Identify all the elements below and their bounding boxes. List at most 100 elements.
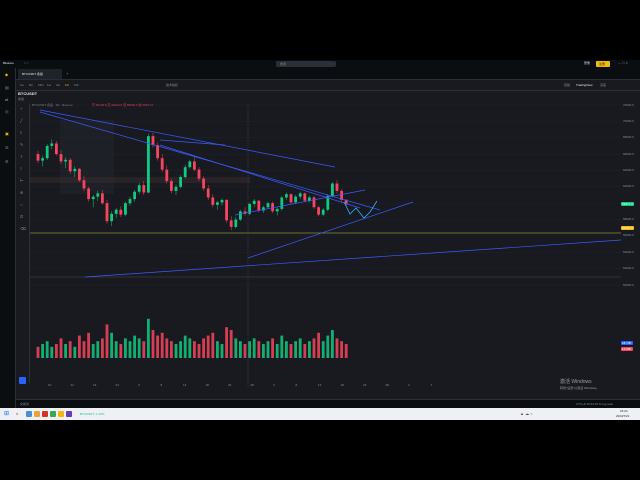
volume-bar [78,335,81,358]
price-axis: 72000.0 70000.0 68000.0 66000.0 64000.0 62000… [621,103,640,388]
folder-icon[interactable] [34,411,40,417]
candle-body [142,185,146,193]
volume-bar [151,330,155,358]
candle-body [179,177,182,187]
price-axis-label: 58000.0 [623,217,634,222]
time-axis-label: 10 [48,383,52,387]
time-axis-label: 23 [228,383,232,387]
candle-body [252,200,256,204]
candle-body [110,213,113,222]
candle-body [285,194,288,198]
candle-body [229,220,233,227]
candle-body [133,191,136,200]
volume-bar [280,335,284,358]
search-taskbar-icon[interactable]: ⌕ [16,412,18,416]
time-axis-label: 28 [251,383,255,387]
volume-bar [193,341,196,358]
price-chart[interactable]: 10 14 19 24 3 8 13 18 23 28 3 8 13 18 23 28 2 7 [0,60,640,420]
volume-bar [229,330,233,358]
candle-body [225,199,228,221]
candle-body [335,183,339,191]
trend-line [159,144,361,209]
candle-body [257,200,261,211]
candle-body [78,168,81,181]
status-bar: 交易对 UTC+8 15:24:10 % log auto [16,399,640,408]
candle-body [183,167,187,177]
clock-time: 15:24 [620,409,628,413]
candle-body [234,219,238,227]
candle-body [298,193,302,197]
volume-bar [55,344,58,358]
candle-body [59,154,63,162]
price-axis-label: 56000.0 [623,233,634,238]
wechat-icon[interactable] [50,411,56,417]
volume-bar [174,344,178,358]
volume-bar [105,324,109,358]
volume-bar [128,341,132,358]
volume-bar [147,318,150,358]
candle-body [151,136,155,146]
candle-body [321,209,325,215]
candle-body [239,211,242,220]
browser-icon[interactable] [42,411,48,417]
time-axis-label: 28 [386,383,390,387]
time-axis-label: 18 [341,383,345,387]
volume-bar [289,344,293,358]
price-axis-label: 70000.0 [623,118,634,123]
price-axis-label: 54000.0 [623,249,634,254]
candle-body [303,193,307,201]
volume-bar [96,341,100,358]
candle-body [96,193,100,197]
volume-bar [91,344,95,358]
volume-bar [234,338,238,358]
file-explorer-icon[interactable] [26,411,32,417]
volume-bar [114,341,118,358]
status-left: 交易对 [20,402,30,406]
volume-bar [101,338,104,358]
candle-body [41,158,44,161]
volume-bar [285,341,288,358]
candle-body [193,161,196,170]
volume-bar [298,338,302,358]
candle-body [50,143,54,146]
scroll-to-latest-button[interactable] [19,377,26,384]
volume-bar [243,344,247,358]
candle-body [331,183,334,196]
app-taskbar-icon[interactable] [66,411,72,417]
binance-taskbar-icon[interactable] [58,411,64,417]
volume-bar [340,341,343,358]
status-right: UTC+8 15:24:10 % log auto [576,402,614,406]
start-icon[interactable]: ⊞ [4,411,9,417]
volume-bar [119,344,123,358]
volume-bar [312,338,316,358]
trend-line [84,239,622,278]
candle-body [160,158,164,170]
price-tag: 18.70K [621,341,633,345]
candle-body [119,209,123,215]
candle-body [266,203,270,208]
volume-bar [326,335,330,358]
volume-bar [160,332,164,358]
volume-bar [64,344,67,358]
candle-body [202,178,205,189]
price-axis-label: 62000.0 [623,184,634,189]
volume-bar [59,338,63,358]
activate-windows-sub: 转到"设置"以激活 Windows。 [560,386,600,390]
volume-bar [206,335,210,358]
candle-body [101,193,104,204]
volume-bar [87,332,90,358]
time-axis-label: 3 [138,383,140,387]
candle-body [280,197,284,209]
volume-bar [303,344,307,358]
price-axis-label: 66000.0 [623,151,634,156]
volume-bar [202,338,205,358]
time-axis-label: 19 [93,383,97,387]
trend-line [159,139,226,146]
volume-bar [142,341,146,358]
time-axis-label: 14 [71,383,75,387]
tray-icons[interactable]: ▲ ☁ ⌂ [520,412,533,416]
volume-bar [170,341,173,358]
candle-body [206,188,210,198]
candle-body [105,203,109,222]
volume-bar [262,344,265,358]
